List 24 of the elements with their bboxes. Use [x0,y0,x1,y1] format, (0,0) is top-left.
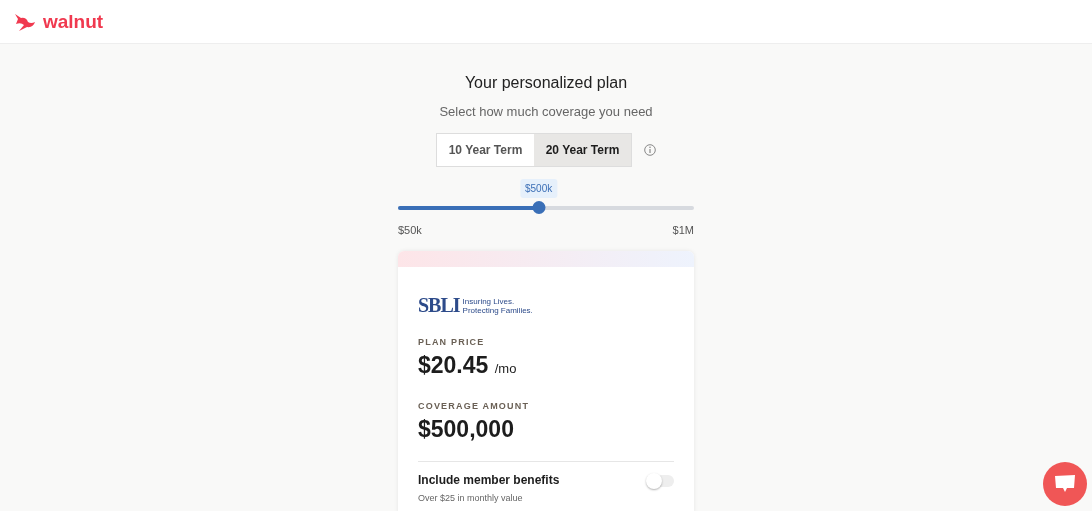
term-tab[interactable]: 10 Year Term [437,134,534,166]
slider-max-label: $1M [672,224,694,236]
benefits-title: Include member benefits [418,473,560,487]
slider-min-label: $50k [398,224,422,236]
price-label: PLAN PRICE [418,337,486,347]
plan-title: Your personalized plan [464,74,628,92]
chat-bubble-icon [1054,474,1076,494]
term-tab[interactable]: 20 Year Term [534,134,631,166]
slider-value-tooltip: $500k [519,179,558,198]
benefits-toggle[interactable] [648,475,674,487]
coverage-amount: $500,000 [418,416,515,443]
slider-thumb[interactable] [532,201,546,214]
insurer-tagline: Insuring Lives. [462,298,516,307]
plan-subtitle: Select how much coverage you need [439,104,653,119]
coverage-label: COVERAGE AMOUNT [418,401,531,411]
plan-price: $20.45 [418,352,489,378]
benefits-subtitle: Over $25 in monthly value [418,493,524,503]
info-icon[interactable] [644,144,656,156]
brand-name: walnut [43,10,104,33]
chat-button[interactable] [1043,462,1087,506]
insurer-tagline: Protecting Families. [462,306,533,315]
price-unit: /mo [494,361,517,376]
coverage-slider[interactable] [398,201,694,214]
insurer-logo-text: SBLI [418,295,460,315]
